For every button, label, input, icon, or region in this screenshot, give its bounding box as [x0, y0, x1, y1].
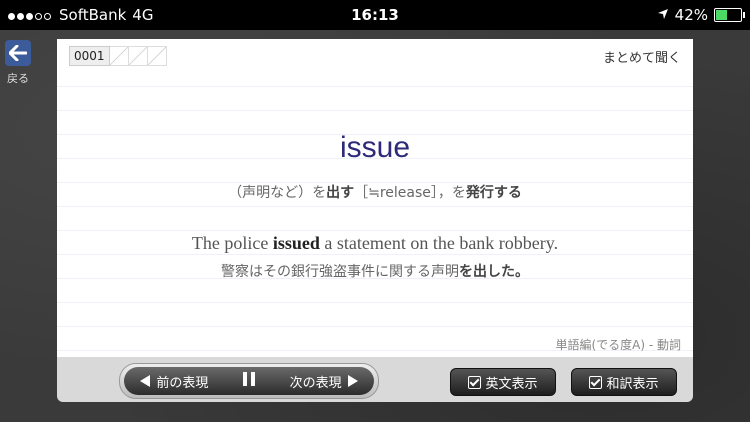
card-number: 0001: [69, 46, 110, 66]
show-japanese-toggle[interactable]: 和訳表示: [571, 368, 677, 396]
triangle-left-icon: [140, 375, 151, 387]
checkbox-icon: [589, 375, 603, 389]
triangle-right-icon: [347, 375, 358, 387]
listen-all-button[interactable]: まとめて聞く: [603, 47, 681, 66]
next-button[interactable]: 次の表現: [290, 372, 358, 391]
example-sentence-japanese: 警察はその銀行強盗事件に関する声明を出した。: [221, 264, 529, 280]
example-sentence-english[interactable]: The police issued a statement on the ban…: [57, 233, 693, 254]
battery-icon: [714, 8, 745, 22]
category-label: 単語編(でる度A) - 動詞: [555, 338, 681, 352]
show-english-toggle[interactable]: 英文表示: [450, 368, 556, 396]
battery-percent: 42%: [674, 6, 708, 24]
card-counter: 0001: [69, 46, 167, 66]
flashcard[interactable]: 0001 まとめて聞く issue （声明など）を出す［≒release］，を発…: [57, 39, 693, 357]
back-label: 戻る: [7, 72, 29, 85]
pause-button[interactable]: [241, 371, 257, 391]
headword[interactable]: issue: [57, 131, 693, 165]
status-bar: SoftBank 4G 16:13 42%: [0, 0, 750, 30]
arrow-left-icon: [9, 45, 27, 61]
back-button[interactable]: 戻る: [3, 40, 33, 86]
card-header: 0001 まとめて聞く: [57, 39, 693, 75]
location-arrow-icon: [657, 6, 669, 24]
clock: 16:13: [351, 6, 399, 24]
pause-icon: [243, 372, 255, 386]
flashcard-panel: 0001 まとめて聞く issue （声明など）を出す［≒release］，を発…: [57, 39, 693, 402]
prev-button[interactable]: 前の表現: [140, 372, 208, 391]
meaning: （声明など）を出す［≒release］，を発行する: [228, 185, 522, 201]
checkbox-icon: [468, 375, 482, 389]
playback-controls: 前の表現 次の表現: [119, 363, 379, 399]
